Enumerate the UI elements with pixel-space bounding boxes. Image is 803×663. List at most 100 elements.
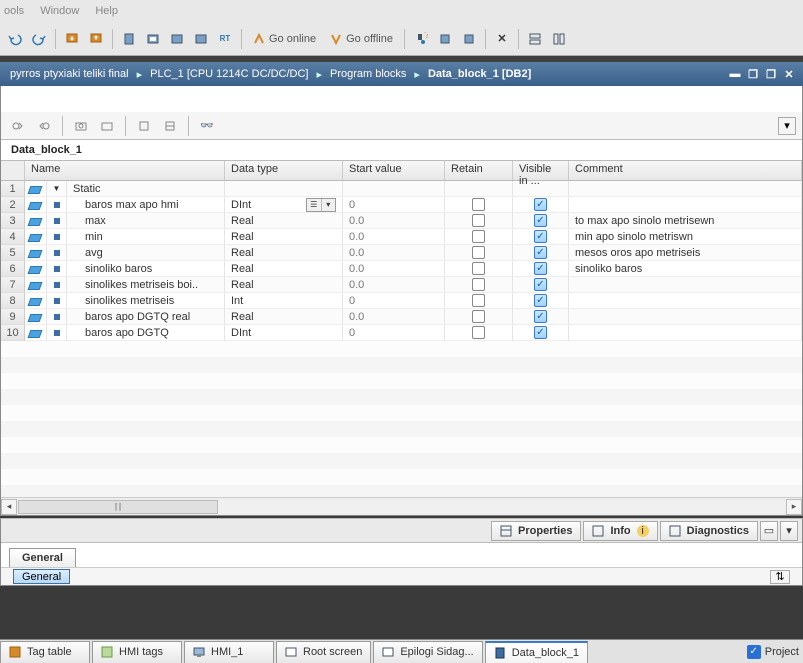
table-row[interactable]: 2baros max apo hmiDInt☰▾0✓: [1, 197, 802, 213]
table-row[interactable]: 9baros apo DGTQ realReal0.0✓: [1, 309, 802, 325]
btab-hmitags[interactable]: HMI tags: [92, 641, 182, 663]
maximize-icon[interactable]: ❐: [763, 67, 779, 81]
var-comment[interactable]: [569, 197, 802, 213]
expand-icon[interactable]: ▼: [47, 181, 67, 197]
btab-tagtable[interactable]: Tag table: [0, 641, 90, 663]
var-type[interactable]: Int: [225, 293, 343, 309]
scroll-right-icon[interactable]: ▸: [786, 499, 802, 515]
scroll-thumb[interactable]: ∥∥: [18, 500, 218, 514]
retain-checkbox[interactable]: [472, 198, 485, 211]
col-retain[interactable]: Retain: [445, 161, 513, 180]
var-type[interactable]: Real: [225, 309, 343, 325]
collapse-icon[interactable]: [159, 115, 181, 137]
table-row[interactable]: 3maxReal0.0✓to max apo sinolo metrisewn: [1, 213, 802, 229]
block-toolbar-menu-icon[interactable]: ▾: [778, 117, 796, 135]
var-comment[interactable]: [569, 277, 802, 293]
var-comment[interactable]: to max apo sinolo metrisewn: [569, 213, 802, 229]
var-comment[interactable]: [569, 293, 802, 309]
var-comment[interactable]: [569, 325, 802, 341]
var-comment[interactable]: sinoliko baros: [569, 261, 802, 277]
menu-bar[interactable]: ools Window Help: [0, 0, 803, 22]
crumb-project[interactable]: pyrros ptyxiaki teliki final: [6, 68, 133, 80]
table-row[interactable]: 6sinoliko barosReal0.0✓sinoliko baros: [1, 261, 802, 277]
device-icon[interactable]: [142, 28, 164, 50]
crumb-blocks[interactable]: Program blocks: [326, 68, 410, 80]
go-online-button[interactable]: Go online: [247, 28, 322, 50]
minimize-icon[interactable]: ▬: [727, 67, 743, 81]
var-comment[interactable]: [569, 309, 802, 325]
visible-checkbox[interactable]: ✓: [534, 310, 547, 323]
visible-checkbox[interactable]: ✓: [534, 198, 547, 211]
var-start[interactable]: 0.0: [343, 245, 445, 261]
inspector-collapse-icon[interactable]: ▭: [760, 521, 778, 541]
expand-icon[interactable]: [133, 115, 155, 137]
var-name[interactable]: min: [67, 229, 225, 245]
simulate-icon[interactable]: [166, 28, 188, 50]
var-name[interactable]: max: [67, 213, 225, 229]
var-comment[interactable]: min apo sinolo metriswn: [569, 229, 802, 245]
tab-diagnostics[interactable]: Diagnostics: [660, 521, 758, 541]
var-type[interactable]: Real: [225, 229, 343, 245]
var-name[interactable]: baros apo DGTQ real: [67, 309, 225, 325]
tab-general[interactable]: General: [9, 548, 76, 567]
visible-checkbox[interactable]: ✓: [534, 278, 547, 291]
horizontal-scrollbar[interactable]: ◂ ∥∥ ▸: [1, 497, 802, 515]
var-name[interactable]: baros max apo hmi: [67, 197, 225, 213]
var-start[interactable]: 0.0: [343, 277, 445, 293]
rt-icon[interactable]: RT: [214, 28, 236, 50]
crumb-plc[interactable]: PLC_1 [CPU 1214C DC/DC/DC]: [146, 68, 312, 80]
visible-checkbox[interactable]: ✓: [534, 246, 547, 259]
scroll-left-icon[interactable]: ◂: [1, 499, 17, 515]
snapshot-icon[interactable]: [70, 115, 92, 137]
go-offline-button[interactable]: Go offline: [324, 28, 399, 50]
menu-window[interactable]: Window: [40, 5, 79, 17]
cross-ref-icon[interactable]: ✕: [491, 28, 513, 50]
btab-root[interactable]: Root screen: [276, 641, 371, 663]
var-start[interactable]: 0: [343, 325, 445, 341]
table-row[interactable]: 1▼Static: [1, 181, 802, 197]
table-row[interactable]: 10baros apo DGTQDInt0✓: [1, 325, 802, 341]
tab-properties[interactable]: Properties: [491, 521, 581, 541]
datatype-dropdown[interactable]: ☰▾: [306, 198, 336, 212]
split-h-icon[interactable]: [524, 28, 546, 50]
var-comment[interactable]: mesos oros apo metriseis: [569, 245, 802, 261]
col-visible[interactable]: Visible in ...: [513, 161, 569, 180]
download-icon[interactable]: [61, 28, 83, 50]
retain-checkbox[interactable]: [472, 214, 485, 227]
col-startvalue[interactable]: Start value: [343, 161, 445, 180]
col-datatype[interactable]: Data type: [225, 161, 343, 180]
visible-checkbox[interactable]: ✓: [534, 214, 547, 227]
var-start[interactable]: 0: [343, 197, 445, 213]
var-type[interactable]: Real: [225, 213, 343, 229]
redo-icon[interactable]: [28, 28, 50, 50]
general-nav-tool-icon[interactable]: ⇅: [770, 570, 790, 584]
col-name[interactable]: Name: [25, 161, 225, 180]
retain-checkbox[interactable]: [472, 326, 485, 339]
block-tool-2-icon[interactable]: [33, 115, 55, 137]
var-name[interactable]: sinoliko baros: [67, 261, 225, 277]
restore-icon[interactable]: ❐: [745, 67, 761, 81]
retain-checkbox[interactable]: [472, 230, 485, 243]
menu-help[interactable]: Help: [95, 5, 118, 17]
monitor-icon[interactable]: 👓: [196, 115, 218, 137]
var-start[interactable]: 0.0: [343, 261, 445, 277]
var-type[interactable]: DInt: [225, 325, 343, 341]
table-row[interactable]: 4minReal0.0✓min apo sinolo metriswn: [1, 229, 802, 245]
split-v-icon[interactable]: [548, 28, 570, 50]
table-row[interactable]: 5avgReal0.0✓mesos oros apo metriseis: [1, 245, 802, 261]
var-start[interactable]: 0.0: [343, 229, 445, 245]
table-row[interactable]: 8sinolikes metriseisInt0✓: [1, 293, 802, 309]
var-start[interactable]: 0.0: [343, 213, 445, 229]
var-type[interactable]: DInt☰▾: [225, 197, 343, 213]
var-type[interactable]: Real: [225, 261, 343, 277]
visible-checkbox[interactable]: ✓: [534, 326, 547, 339]
var-name[interactable]: baros apo DGTQ: [67, 325, 225, 341]
retain-checkbox[interactable]: [472, 294, 485, 307]
block-tool-1-icon[interactable]: [7, 115, 29, 137]
stop-icon[interactable]: [434, 28, 456, 50]
btab-hmi1[interactable]: HMI_1: [184, 641, 274, 663]
retain-checkbox[interactable]: [472, 262, 485, 275]
retain-checkbox[interactable]: [472, 310, 485, 323]
upload-icon[interactable]: [85, 28, 107, 50]
var-name[interactable]: avg: [67, 245, 225, 261]
